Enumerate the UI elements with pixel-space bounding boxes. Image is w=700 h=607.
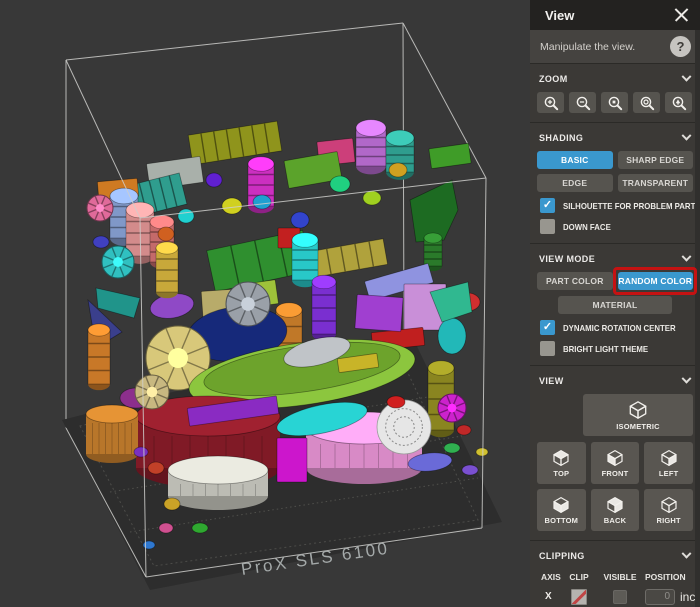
app-window: ProX SLS 6100 View Manipulate the view. … xyxy=(0,0,700,607)
chevron-down-icon[interactable] xyxy=(682,251,692,261)
checkbox-unchecked-icon[interactable] xyxy=(540,219,555,234)
checkbox-bright-light-theme[interactable]: BRIGHT LIGHT THEME xyxy=(537,341,693,356)
viewport-3d[interactable]: ProX SLS 6100 xyxy=(0,0,530,607)
isometric-label: ISOMETRIC xyxy=(616,422,659,431)
panel-scrollbar-gutter[interactable] xyxy=(695,30,700,607)
axis-label: X xyxy=(537,591,563,602)
panel-description-row: Manipulate the view. ? xyxy=(530,30,700,63)
zoom-out-button[interactable] xyxy=(569,92,596,113)
view-bottom-button[interactable]: BOTTOM xyxy=(537,489,586,531)
view-section-title: VIEW xyxy=(539,376,564,386)
view-right-button[interactable]: RIGHT xyxy=(644,489,693,531)
view-button-label: TOP xyxy=(553,469,569,478)
section-view-mode: VIEW MODE PART COLOR RANDOM COLOR MATERI… xyxy=(530,243,700,365)
view-back-button[interactable]: BACK xyxy=(591,489,640,531)
checkbox-checked-icon[interactable] xyxy=(540,198,555,213)
cube-isometric-icon xyxy=(627,399,649,421)
view-button-label: BACK xyxy=(604,516,626,525)
zoom-section-title: ZOOM xyxy=(539,74,568,84)
checkbox-label: DOWN FACE xyxy=(563,222,611,232)
column-clip: CLIP xyxy=(563,572,595,582)
checkbox-unchecked-icon[interactable] xyxy=(540,341,555,356)
column-axis: AXIS xyxy=(537,572,563,582)
shading-sharp-edge-button[interactable]: SHARP EDGE xyxy=(618,151,694,169)
checkbox-down-face[interactable]: DOWN FACE xyxy=(537,219,693,234)
view-isometric-button[interactable]: ISOMETRIC xyxy=(583,394,693,436)
view-top-button[interactable]: TOP xyxy=(537,442,586,484)
help-icon[interactable]: ? xyxy=(670,36,691,57)
checkbox-label: SILHOUETTE FOR PROBLEM PARTS xyxy=(563,201,700,211)
magnifier-minus-icon xyxy=(575,95,591,111)
view-button-label: LEFT xyxy=(659,469,679,478)
cube-top-icon xyxy=(551,448,571,468)
clipping-section-title: CLIPPING xyxy=(539,551,585,561)
view-mode-part-color-button[interactable]: PART COLOR xyxy=(537,272,613,290)
clip-position-input-x[interactable] xyxy=(645,589,675,605)
view-button-label: RIGHT xyxy=(656,516,680,525)
checkbox-checked-icon[interactable] xyxy=(540,320,555,335)
shading-basic-button[interactable]: BASIC xyxy=(537,151,613,169)
shading-transparent-button[interactable]: TRANSPARENT xyxy=(618,174,694,192)
clip-plane-line-x xyxy=(571,589,587,605)
chevron-down-icon[interactable] xyxy=(682,373,692,383)
visible-checkbox-x[interactable] xyxy=(613,590,627,604)
view-mode-material-button[interactable]: MATERIAL xyxy=(558,296,672,314)
section-shading: SHADING BASIC SHARP EDGE EDGE TRANSPAREN… xyxy=(530,122,700,243)
chevron-down-icon[interactable] xyxy=(682,548,692,558)
magnifier-plus-icon xyxy=(543,95,559,111)
view-panel: View Manipulate the view. ? ZOOM xyxy=(530,0,700,607)
magnifier-selection-icon xyxy=(671,95,687,111)
shading-section-title: SHADING xyxy=(539,133,583,143)
checkbox-label: BRIGHT LIGHT THEME xyxy=(563,344,648,354)
column-visible: VISIBLE xyxy=(595,572,645,582)
clipping-row-x: X inch xyxy=(537,586,693,607)
cube-bottom-icon xyxy=(551,495,571,515)
panel-titlebar: View xyxy=(530,0,700,30)
chevron-down-icon[interactable] xyxy=(682,130,692,140)
view-left-button[interactable]: LEFT xyxy=(644,442,693,484)
view-mode-random-color-button[interactable]: RANDOM COLOR xyxy=(618,272,694,290)
panel-description: Manipulate the view. xyxy=(540,41,635,53)
magnifier-extents-icon xyxy=(639,95,655,111)
clip-plane-swatch-x[interactable] xyxy=(571,589,587,605)
panel-title: View xyxy=(545,8,574,23)
checkbox-label: DYNAMIC ROTATION CENTER xyxy=(563,323,676,333)
cube-left-icon xyxy=(659,448,679,468)
checkbox-dynamic-rotation-center[interactable]: DYNAMIC ROTATION CENTER xyxy=(537,320,693,335)
clipping-table-header: AXIS CLIP VISIBLE POSITION xyxy=(537,569,693,585)
close-icon[interactable] xyxy=(674,8,689,23)
column-position: POSITION xyxy=(645,572,700,582)
cube-back-icon xyxy=(605,495,625,515)
view-button-label: FRONT xyxy=(602,469,629,478)
view-button-label: BOTTOM xyxy=(545,516,579,525)
cube-right-icon xyxy=(659,495,679,515)
zoom-extents-button[interactable] xyxy=(633,92,660,113)
view-mode-section-title: VIEW MODE xyxy=(539,254,595,264)
zoom-selection-button[interactable] xyxy=(665,92,692,113)
checkbox-silhouette-for-problem-parts[interactable]: SILHOUETTE FOR PROBLEM PARTS xyxy=(537,198,693,213)
magnifier-window-icon xyxy=(607,95,623,111)
section-clipping: CLIPPING AXIS CLIP VISIBLE POSITION X in… xyxy=(530,540,700,607)
chevron-down-icon[interactable] xyxy=(682,71,692,81)
section-view: VIEW ISOMETRIC TOP FRONT xyxy=(530,365,700,540)
view-front-button[interactable]: FRONT xyxy=(591,442,640,484)
shading-edge-button[interactable]: EDGE xyxy=(537,174,613,192)
zoom-window-button[interactable] xyxy=(601,92,628,113)
cube-front-icon xyxy=(605,448,625,468)
section-zoom: ZOOM xyxy=(530,63,700,122)
zoom-in-button[interactable] xyxy=(537,92,564,113)
